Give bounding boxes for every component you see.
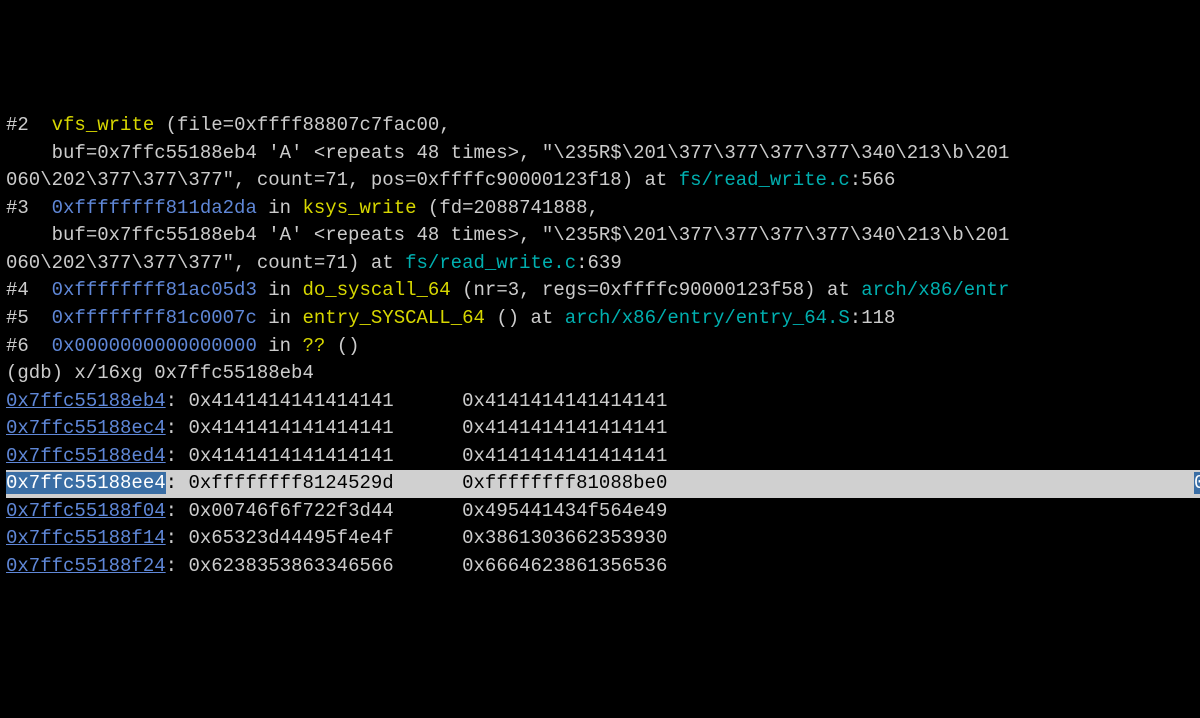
frame-number: #6 xyxy=(6,335,29,357)
memory-address: 0x7ffc55188f04 xyxy=(6,500,166,522)
memory-value: 0x00746f6f722f3d44 xyxy=(188,500,393,522)
memory-address: 0x7ffc55188eb4 xyxy=(6,390,166,412)
function-name: vfs_write xyxy=(52,114,155,136)
frame-address: 0xffffffff811da2da xyxy=(52,197,257,219)
frame-params: (fd=2088741888, xyxy=(417,197,599,219)
frame-address: 0xffffffff81c0007c xyxy=(52,307,257,329)
memory-row: 0x7ffc55188f24: 0x6238353863346566 0x666… xyxy=(6,553,1194,581)
frame-params: () xyxy=(325,335,359,357)
memory-value: 0x4141414141414141 xyxy=(462,445,667,467)
memory-value: 0x4141414141414141 xyxy=(188,390,393,412)
memory-value: 0xffffffff8124529d xyxy=(188,472,393,494)
frame-params: (nr=3, regs=0xffffc90000123f58) at xyxy=(451,279,861,301)
memory-value: 0x4141414141414141 xyxy=(462,390,667,412)
memory-value: 0x4141414141414141 xyxy=(188,445,393,467)
memory-address: 0x7ffc55188f14 xyxy=(6,527,166,549)
line-number: :566 xyxy=(850,169,896,191)
function-name: ksys_write xyxy=(302,197,416,219)
function-name: do_syscall_64 xyxy=(302,279,450,301)
source-path: fs/read_write.c xyxy=(679,169,850,191)
stack-frame-line: #3 0xffffffff811da2da in ksys_write (fd=… xyxy=(6,195,1194,223)
stack-frame-cont: 060\202\377\377\377", count=71, pos=0xff… xyxy=(6,167,1194,195)
stack-frame-line: #2 vfs_write (file=0xffff88807c7fac00, xyxy=(6,112,1194,140)
terminal-output[interactable]: #2 vfs_write (file=0xffff88807c7fac00, b… xyxy=(6,112,1194,580)
frame-params-cont: buf=0x7ffc55188eb4 'A' <repeats 48 times… xyxy=(6,142,1009,164)
stack-frame-cont: 060\202\377\377\377", count=71) at fs/re… xyxy=(6,250,1194,278)
memory-address: 0x7ffc55188ed4 xyxy=(6,445,166,467)
memory-row: 0x7ffc55188eb4: 0x4141414141414141 0x414… xyxy=(6,388,1194,416)
stack-frame-line: #4 0xffffffff81ac05d3 in do_syscall_64 (… xyxy=(6,277,1194,305)
memory-row: 0x7ffc55188f04: 0x00746f6f722f3d44 0x495… xyxy=(6,498,1194,526)
line-number: :639 xyxy=(576,252,622,274)
source-path: arch/x86/entr xyxy=(861,279,1009,301)
frame-number: #4 xyxy=(6,279,29,301)
frame-params-cont: buf=0x7ffc55188eb4 'A' <repeats 48 times… xyxy=(6,224,1009,246)
memory-address: 0x7ffc55188ec4 xyxy=(6,417,166,439)
frame-number: #2 xyxy=(6,114,29,136)
frame-params-cont: 060\202\377\377\377", count=71, pos=0xff… xyxy=(6,169,679,191)
memory-value: 0x4141414141414141 xyxy=(462,417,667,439)
memory-value: 0x65323d44495f4e4f xyxy=(188,527,393,549)
gdb-command-line: (gdb) x/16xg 0x7ffc55188eb4 xyxy=(6,360,1194,388)
memory-address: 0x7ffc55188f24 xyxy=(6,555,166,577)
source-path: arch/x86/entry/entry_64.S xyxy=(565,307,850,329)
stack-frame-cont: buf=0x7ffc55188eb4 'A' <repeats 48 times… xyxy=(6,222,1194,250)
memory-value: 0x6238353863346566 xyxy=(188,555,393,577)
frame-address: 0x0000000000000000 xyxy=(52,335,257,357)
memory-row: 0x7ffc55188ef4: 0x00ffffff8230f2ff 0x575… xyxy=(1194,470,1200,498)
function-name: ?? xyxy=(302,335,325,357)
memory-row: 0x7ffc55188ec4: 0x4141414141414141 0x414… xyxy=(6,415,1194,443)
function-name: entry_SYSCALL_64 xyxy=(302,307,484,329)
stack-frame-line: #6 0x0000000000000000 in ?? () xyxy=(6,333,1194,361)
memory-value: 0x495441434f564e49 xyxy=(462,500,667,522)
stack-frame-cont: buf=0x7ffc55188eb4 'A' <repeats 48 times… xyxy=(6,140,1194,168)
frame-params: (file=0xffff88807c7fac00, xyxy=(154,114,450,136)
frame-address: 0xffffffff81ac05d3 xyxy=(52,279,257,301)
memory-row: 0x7ffc55188ee4: 0xffffffff8124529d 0xfff… xyxy=(6,470,1194,498)
frame-params-cont: 060\202\377\377\377", count=71) at xyxy=(6,252,405,274)
memory-row: 0x7ffc55188ed4: 0x4141414141414141 0x414… xyxy=(6,443,1194,471)
frame-params: () at xyxy=(485,307,565,329)
frame-number: #3 xyxy=(6,197,29,219)
memory-row: 0x7ffc55188f14: 0x65323d44495f4e4f 0x386… xyxy=(6,525,1194,553)
memory-value: 0x4141414141414141 xyxy=(188,417,393,439)
source-path: fs/read_write.c xyxy=(405,252,576,274)
memory-value: 0x6664623861356536 xyxy=(462,555,667,577)
stack-frame-line: #5 0xffffffff81c0007c in entry_SYSCALL_6… xyxy=(6,305,1194,333)
memory-address: 0x7ffc55188ee4 xyxy=(6,472,166,494)
line-number: :118 xyxy=(850,307,896,329)
memory-value: 0x3861303662353930 xyxy=(462,527,667,549)
frame-number: #5 xyxy=(6,307,29,329)
memory-value: 0xffffffff81088be0 xyxy=(462,472,667,494)
gdb-command: (gdb) x/16xg 0x7ffc55188eb4 xyxy=(6,362,314,384)
memory-address: 0x7ffc55188ef4 xyxy=(1194,472,1200,494)
